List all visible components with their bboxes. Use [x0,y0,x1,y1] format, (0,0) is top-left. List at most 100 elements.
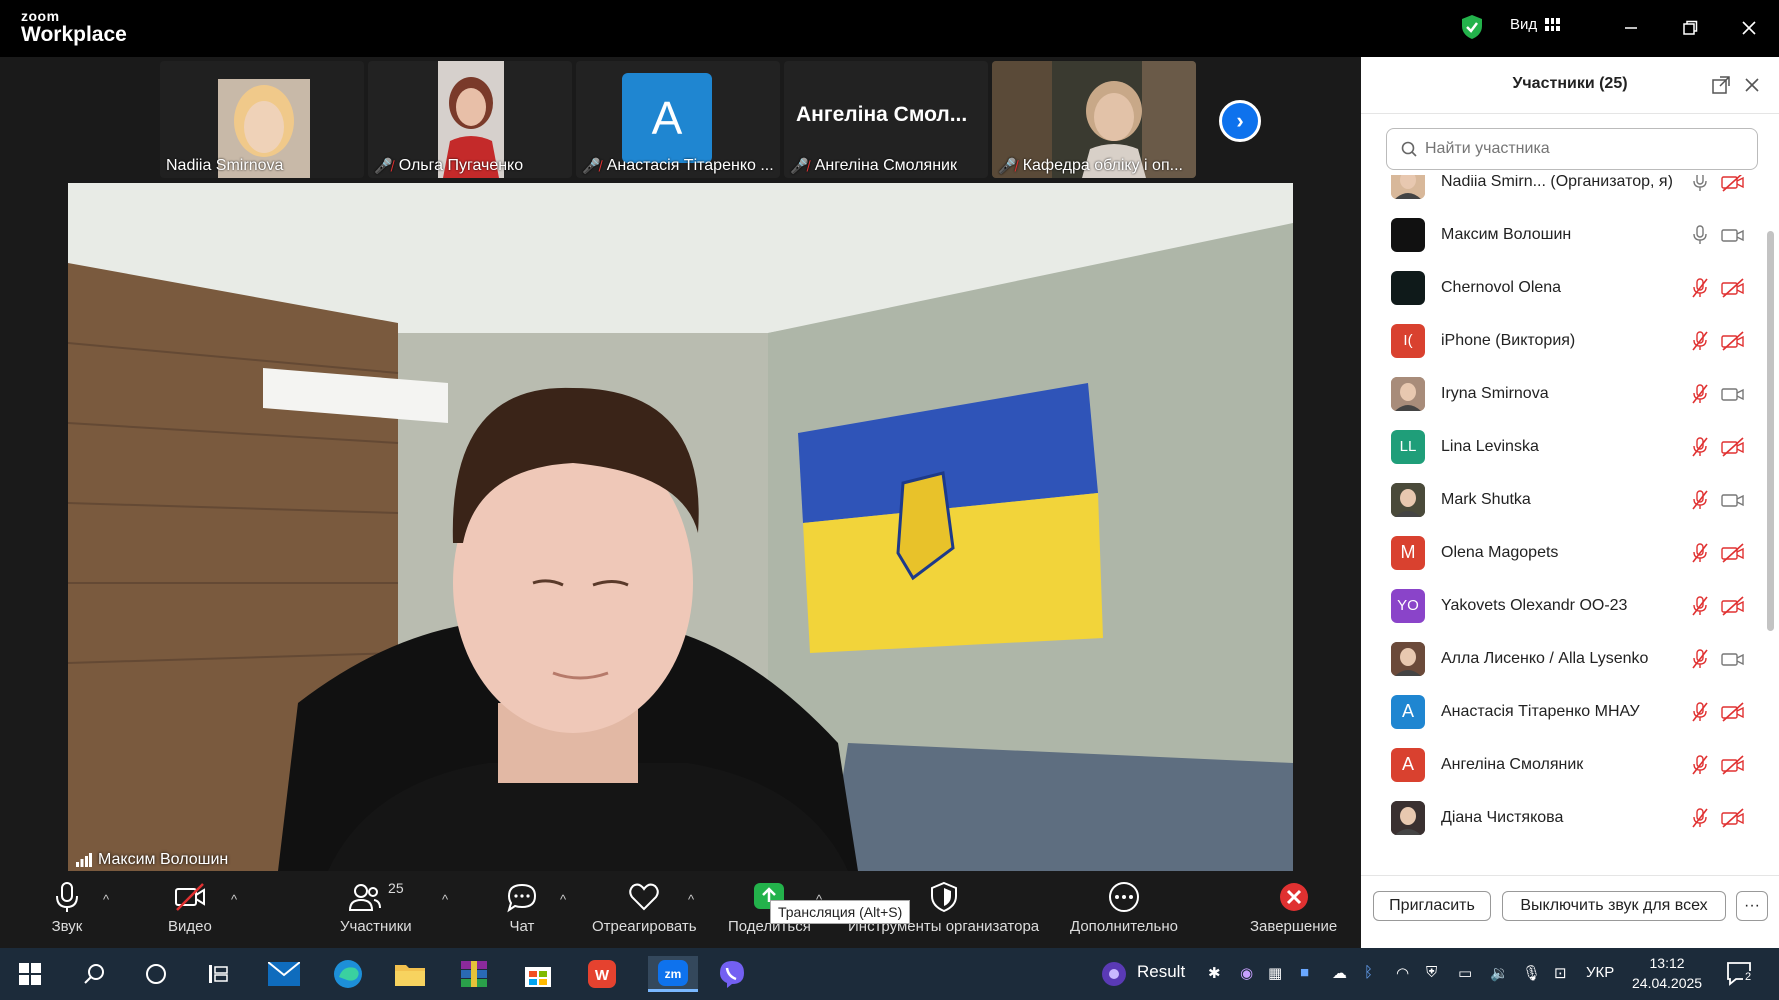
minimize-button[interactable] [1617,14,1645,42]
notifications-button[interactable]: 2 [1726,961,1754,992]
microphone-tray-icon[interactable]: 🎙 [1522,964,1541,982]
audio-button[interactable]: Звук [50,880,84,935]
participant-list-scrollbar[interactable] [1765,175,1775,875]
participants-options-caret-icon[interactable]: ^ [442,892,448,907]
participant-row[interactable]: Mark Shutka [1361,473,1766,526]
clock[interactable]: 13:12 24.04.2025 [1632,953,1702,993]
participant-row[interactable]: A Ангеліна Смоляник [1361,738,1766,791]
tray-app-icon[interactable]: ✱ [1208,964,1221,982]
react-button[interactable]: Отреагировать [592,880,697,935]
panel-more-button[interactable]: ··· [1736,891,1768,921]
video-camera-icon[interactable] [1721,225,1745,245]
video-off-icon[interactable] [1721,595,1745,616]
result-app[interactable] [1096,956,1132,992]
mic-muted-icon[interactable] [1692,595,1708,616]
participant-row[interactable]: YO Yakovets Olexandr ОО-23 [1361,579,1766,632]
video-off-icon[interactable] [1721,754,1745,775]
language-indicator[interactable]: УКР [1586,964,1614,981]
participant-row[interactable]: I(iPhone (Виктория) [1361,314,1766,367]
close-window-button[interactable] [1735,14,1763,42]
participant-row[interactable]: Максим Волошин [1361,208,1766,261]
video-off-icon[interactable] [1721,807,1745,828]
mic-muted-icon[interactable] [1692,330,1708,351]
wps-office-app[interactable]: W [584,956,620,992]
close-panel-icon[interactable] [1743,76,1761,94]
mic-muted-icon: 🎤̸ [374,158,393,175]
start-button[interactable] [12,956,48,992]
zoom-tray-icon[interactable]: ■ [1300,964,1309,981]
chat-button[interactable]: Чат [505,880,539,935]
mute-all-button[interactable]: Выключить звук для всех [1502,891,1726,921]
avatar [1391,217,1425,252]
participant-thumbnail[interactable]: Ангеліна Смол... 🎤̸ Ангеліна Смоляник [784,61,988,178]
audio-options-caret-icon[interactable]: ^ [103,892,109,907]
participant-thumbnail[interactable]: A 🎤̸ Анастасія Тітаренко ... [576,61,780,178]
search-input[interactable] [1425,140,1725,158]
participant-search[interactable] [1386,128,1758,170]
video-camera-icon[interactable] [1721,490,1745,510]
mic-muted-icon[interactable] [1692,436,1708,457]
file-explorer-app[interactable] [392,956,428,992]
mail-app[interactable] [266,956,302,992]
view-button[interactable]: Вид [1510,16,1561,33]
mic-muted-icon[interactable] [1692,701,1708,722]
taskbar-search-button[interactable] [76,956,112,992]
participant-row[interactable]: LL Lina Levinska [1361,420,1766,473]
participant-row[interactable]: Алла Лисенко / Alla Lysenko [1361,632,1766,685]
mic-muted-icon[interactable] [1692,542,1708,563]
video-options-caret-icon[interactable]: ^ [231,892,237,907]
encryption-shield-icon[interactable] [1460,14,1484,40]
participant-row[interactable]: M Olena Magopets [1361,526,1766,579]
task-view-button[interactable] [200,956,236,992]
participant-thumbnail[interactable]: 🎤̸ Ольга Пугаченко [368,61,572,178]
end-meeting-button[interactable]: Завершение [1250,880,1337,935]
video-off-icon[interactable] [1721,330,1745,351]
video-off-icon[interactable] [1721,277,1745,298]
video-off-icon[interactable] [1721,701,1745,722]
winrar-app[interactable] [456,956,492,992]
mic-muted-icon[interactable] [1692,807,1708,828]
chat-options-caret-icon[interactable]: ^ [560,892,566,907]
video-camera-icon[interactable] [1721,384,1745,404]
network-icon[interactable]: ⊡ [1554,964,1567,982]
participant-thumbnail[interactable]: 🎤̸ Кафедра обліку і оп... [992,61,1196,178]
tray-app-icon[interactable]: ▦ [1268,964,1282,982]
wifi-icon[interactable]: ◠ [1396,964,1409,982]
volume-icon[interactable]: 🔉 [1490,964,1509,982]
video-camera-icon[interactable] [1721,649,1745,669]
video-off-icon[interactable] [1721,542,1745,563]
mic-muted-icon[interactable] [1692,754,1708,775]
viber-app[interactable] [714,956,750,992]
video-off-icon[interactable] [1721,436,1745,457]
next-page-button[interactable]: › [1219,100,1261,142]
invite-button[interactable]: Пригласить [1373,891,1491,921]
restore-button[interactable] [1676,14,1704,42]
store-app[interactable] [520,956,556,992]
onedrive-icon[interactable]: ☁ [1332,964,1347,982]
cortana-button[interactable] [138,956,174,992]
mic-muted-icon[interactable] [1692,489,1708,510]
more-button[interactable]: Дополнительно [1070,880,1178,935]
mic-muted-icon[interactable] [1692,383,1708,404]
mic-muted-icon[interactable] [1692,648,1708,669]
participant-row[interactable]: Chernovol Olena [1361,261,1766,314]
video-off-icon[interactable] [1721,175,1745,192]
viber-tray-icon[interactable]: ◉ [1240,964,1253,982]
participant-row[interactable]: Діана Чистякова [1361,791,1766,844]
security-icon[interactable]: ⛨ [1426,964,1437,981]
battery-icon[interactable]: ▭ [1458,964,1472,982]
mic-muted-icon[interactable] [1692,277,1708,298]
popout-icon[interactable] [1712,76,1730,94]
participant-row[interactable]: Nadiia Smirn... (Организатор, я) [1361,175,1766,208]
react-options-caret-icon[interactable]: ^ [688,892,694,907]
edge-app[interactable] [330,956,366,992]
participants-button[interactable]: 25 Участники [340,880,412,935]
microphone-icon[interactable] [1692,175,1708,192]
video-button[interactable]: Видео [168,880,212,935]
zoom-app[interactable]: zm [648,956,698,992]
participant-row[interactable]: Iryna Smirnova [1361,367,1766,420]
microphone-icon[interactable] [1692,224,1708,245]
bluetooth-icon[interactable]: ᛒ [1364,964,1373,981]
participant-thumbnail[interactable]: Nadiia Smirnova [160,61,364,178]
participant-row[interactable]: A Анастасія Тітаренко МНАУ [1361,685,1766,738]
